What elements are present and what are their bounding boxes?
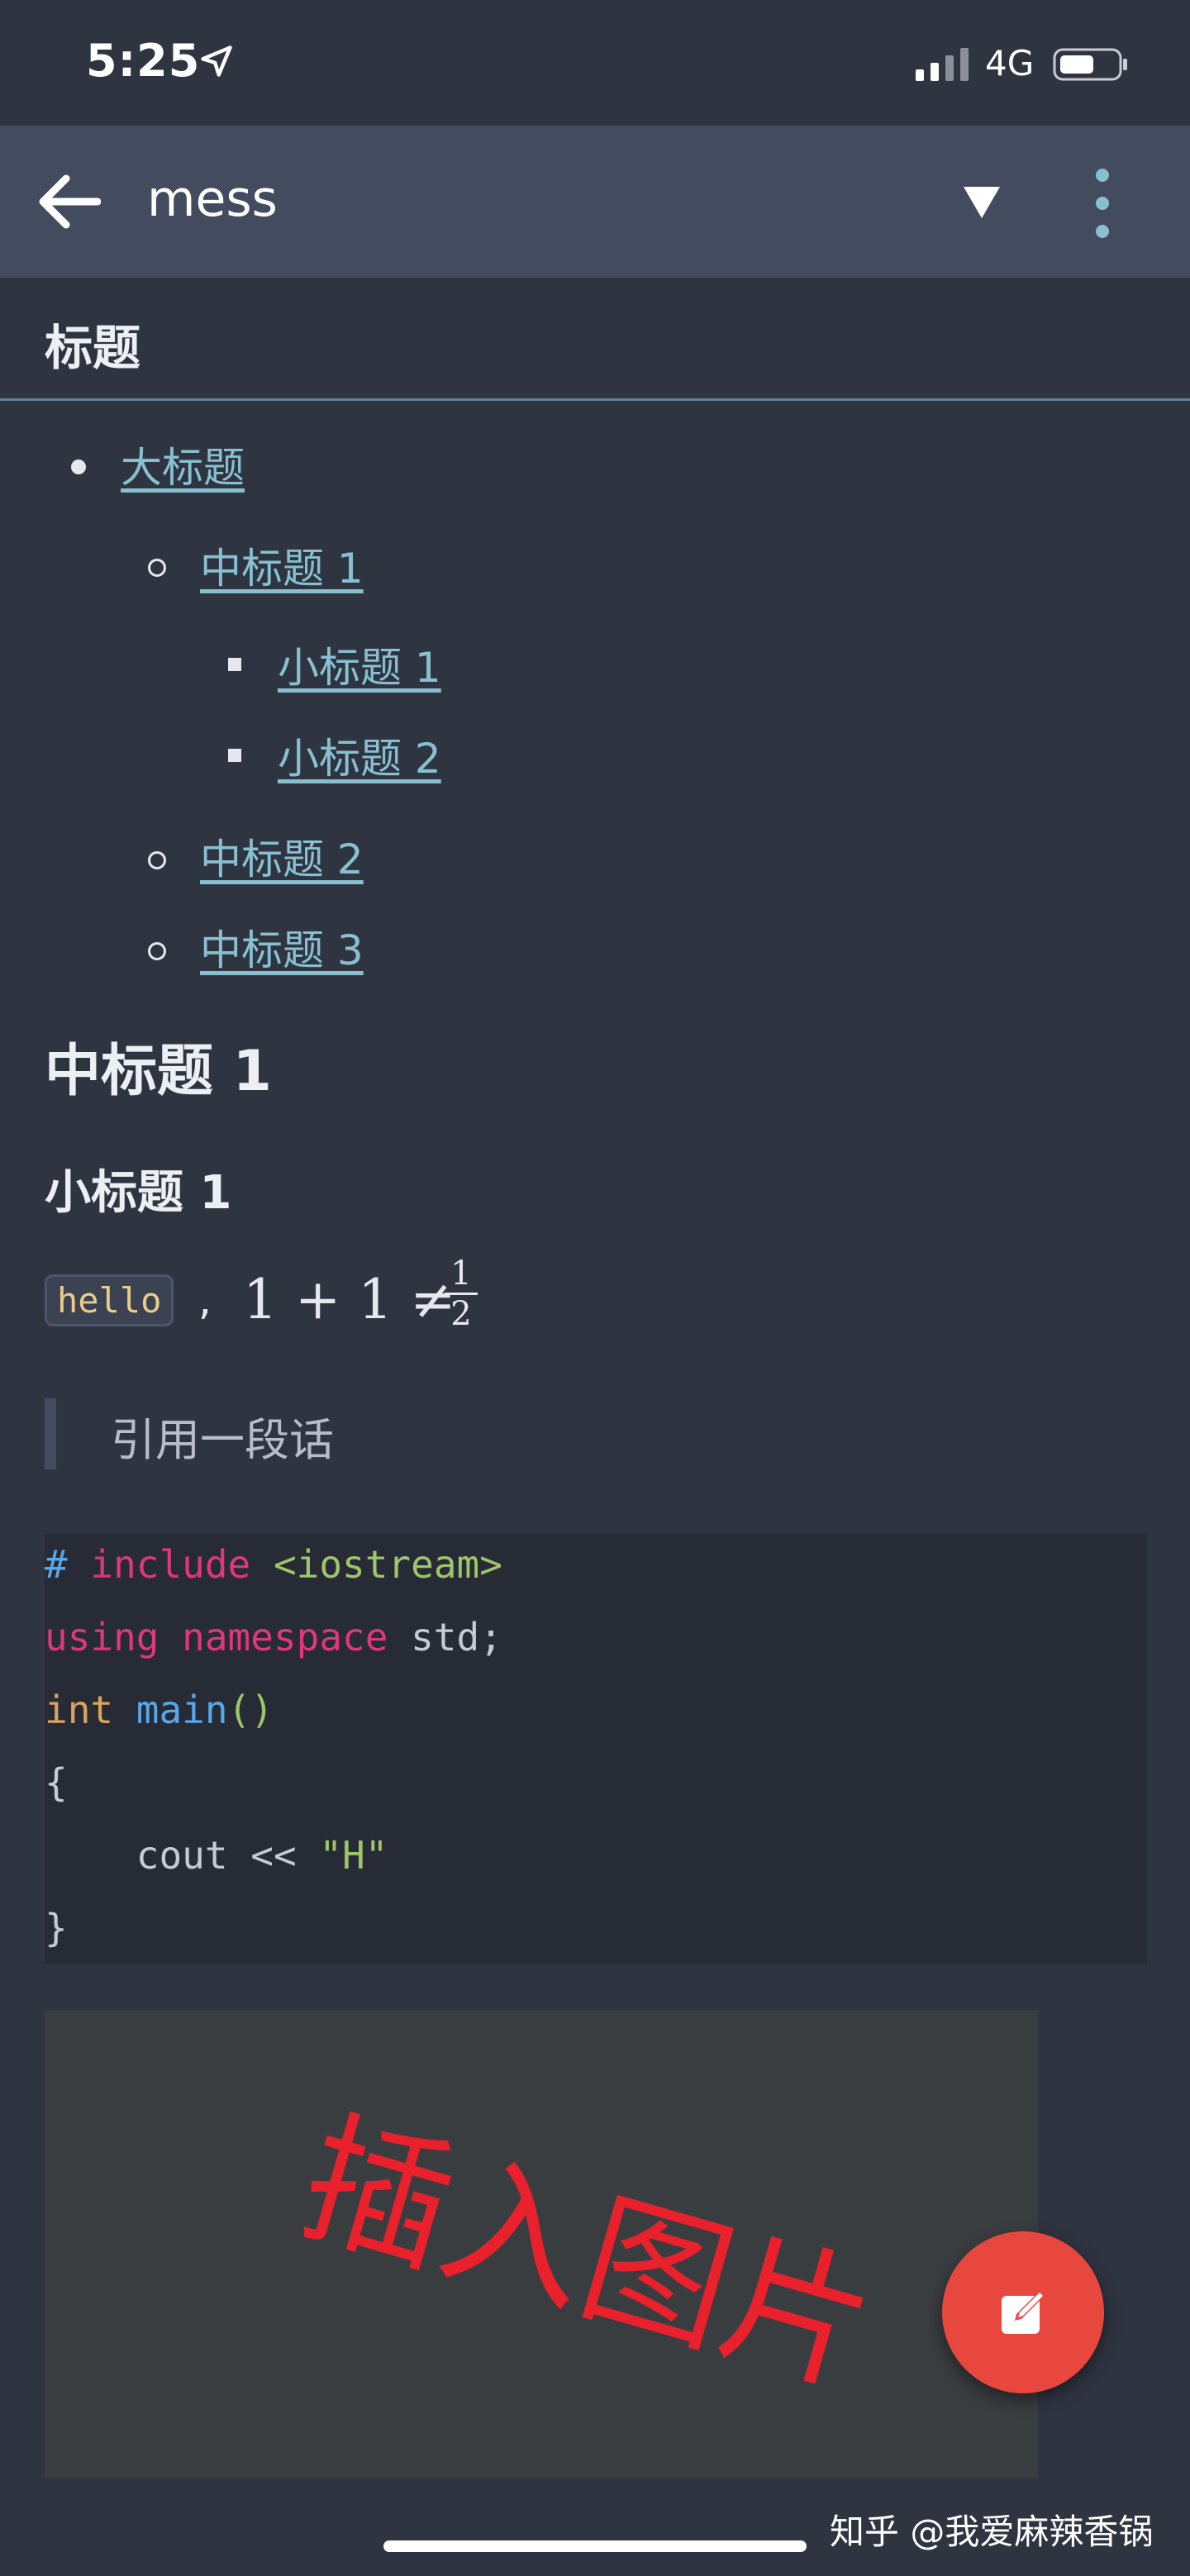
bullet-circle [148,559,166,577]
section-header: 标题 [0,278,1190,401]
code-token: include [90,1542,274,1587]
inline-code: hello [45,1274,174,1326]
back-arrow-icon[interactable] [36,174,101,230]
image-graphic: 插入图片 [284,2093,890,2416]
more-vert-icon[interactable] [1088,167,1117,240]
heading-h2: 中标题 1 [45,1039,272,1104]
section-title: 标题 [45,320,141,376]
code-token: } [45,1906,68,1950]
code-token: std; [411,1615,502,1659]
fraction-denominator: 2 [450,1295,472,1333]
code-block: # include <iostream> using namespace std;… [45,1534,1147,1964]
bullet-circle [148,851,166,869]
bullet-square [228,658,241,671]
location-arrow-icon [201,45,232,77]
watermark-text: 知乎 @我爱麻辣香锅 [830,2512,1154,2552]
toc-link-mid-title-3[interactable]: 中标题 3 [200,917,364,977]
bullet-circle [148,942,166,960]
toc-link-mid-title-2[interactable]: 中标题 2 [200,826,364,886]
cellular-signal-icon [916,48,969,81]
app-bar: mess [0,126,1190,278]
toc-link-small-title-2[interactable]: 小标题 2 [278,726,441,785]
code-token: # [45,1542,91,1587]
code-line: # include <iostream> [45,1542,502,1587]
blockquote-text: 引用一段话 [111,1414,334,1466]
code-token: int [45,1688,136,1732]
math-expression: 1 + 1 ≠ [243,1268,456,1331]
toc-link-small-title-1[interactable]: 小标题 1 [278,635,441,694]
home-indicator[interactable] [383,2540,807,2552]
image-caption-text: 插入图片 [284,2093,890,2416]
code-line: int main() [45,1688,274,1732]
code-token: <iostream> [273,1542,502,1587]
math-fraction: 1 2 [445,1256,478,1331]
edit-fab-button[interactable] [942,2231,1104,2393]
network-type: 4G [985,43,1035,83]
toc-link-big-title[interactable]: 大标题 [121,435,245,494]
code-line: } [45,1906,68,1950]
toc-link-mid-title-1[interactable]: 中标题 1 [200,536,364,595]
code-line: cout << "H" [45,1833,388,1878]
edit-pencil-icon [1002,2291,1045,2334]
battery-icon [1053,48,1127,81]
code-token: cout << [45,1833,320,1878]
bullet-square [228,749,241,762]
bullet-disc [71,459,86,474]
code-line: { [45,1760,68,1805]
app-title: mess [147,170,278,228]
inserted-image: 插入图片 [45,2010,1038,2478]
comma-text: , [198,1276,212,1324]
status-time: 5:25 [86,35,201,87]
code-token: "H" [319,1833,388,1878]
code-token: main [136,1688,228,1732]
dropdown-triangle-icon[interactable] [962,183,1002,220]
blockquote: 引用一段话 [45,1398,334,1469]
heading-h3: 小标题 1 [45,1166,232,1220]
code-token: { [45,1760,68,1805]
fraction-numerator: 1 [450,1255,472,1293]
code-line: using namespace std; [45,1615,502,1659]
code-token: () [227,1688,274,1732]
status-bar: 5:25 4G [0,0,1190,126]
code-token: using namespace [45,1615,412,1659]
